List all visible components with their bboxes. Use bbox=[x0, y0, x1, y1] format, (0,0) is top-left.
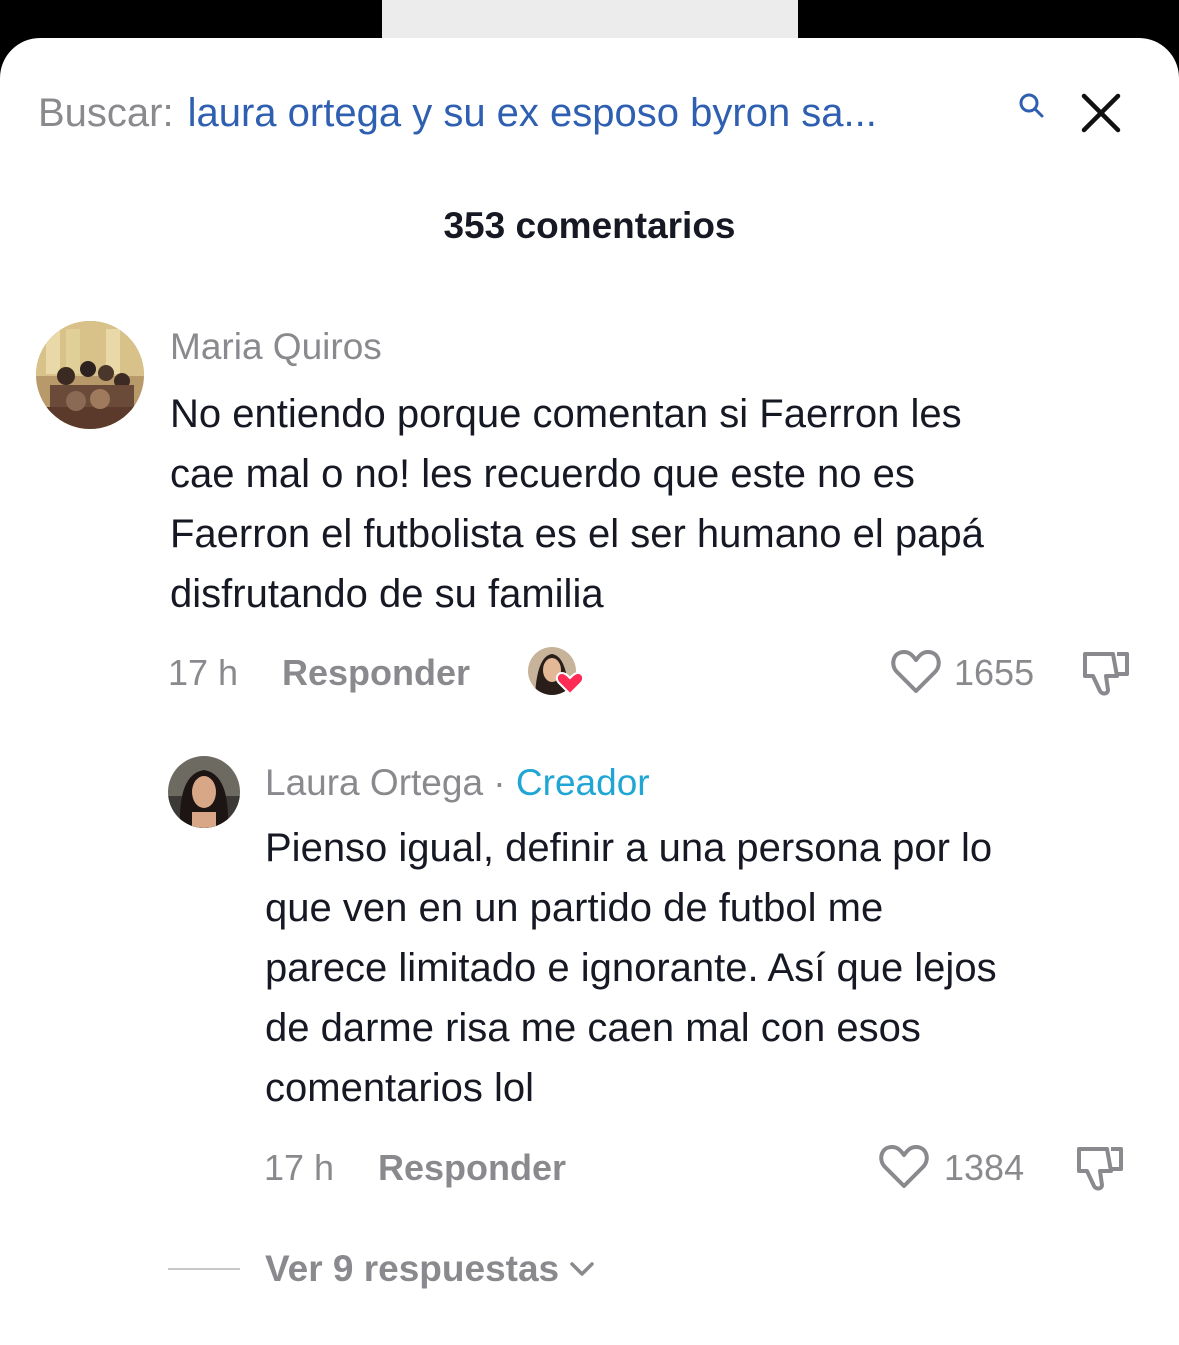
comment-line: cae mal o no! les recuerdo que este no e… bbox=[170, 452, 915, 496]
reply-username[interactable]: Laura Ortega · Creador bbox=[265, 762, 650, 804]
like-count: 1655 bbox=[954, 652, 1035, 693]
comment-username[interactable]: Maria Quiros bbox=[170, 326, 382, 368]
search-icon[interactable] bbox=[1017, 92, 1047, 122]
comment-body: No entiendo porque comentan si Faerron l… bbox=[170, 384, 984, 624]
reply-button[interactable]: Responder bbox=[282, 652, 470, 694]
search-query-link[interactable]: laura ortega y su ex esposo byron sa... bbox=[188, 91, 877, 136]
comment-count: 353 comentarios bbox=[443, 205, 736, 246]
comment-line: No entiendo porque comentan si Faerron l… bbox=[170, 392, 962, 436]
comment-timestamp: 17 h bbox=[168, 652, 239, 693]
reply-line: parece limitado e ignorante. Así que lej… bbox=[265, 946, 997, 990]
view-replies-label[interactable]: Ver 9 respuestas bbox=[265, 1248, 559, 1290]
creator-liked-badge bbox=[527, 646, 587, 698]
reply-line: de darme risa me caen mal con esos bbox=[265, 1006, 921, 1050]
username-separator: · bbox=[483, 762, 516, 803]
dislike-icon[interactable] bbox=[1079, 646, 1133, 700]
comment-line: disfrutando de su familia bbox=[170, 572, 604, 616]
reply-line: que ven en un partido de futbol me bbox=[265, 886, 884, 930]
chevron-down-icon bbox=[570, 1262, 594, 1276]
search-bar[interactable]: Buscar: laura ortega y su ex esposo byro… bbox=[38, 88, 1138, 138]
avatar[interactable] bbox=[36, 321, 144, 429]
dislike-icon[interactable] bbox=[1073, 1141, 1127, 1195]
heart-icon[interactable] bbox=[877, 1142, 931, 1190]
view-replies-button[interactable]: Ver 9 respuestas bbox=[265, 1248, 597, 1290]
comment-line: Faerron el futbolista es el ser humano e… bbox=[170, 512, 984, 556]
reply-button[interactable]: Responder bbox=[378, 1147, 566, 1189]
avatar[interactable] bbox=[168, 756, 240, 828]
reply-timestamp: 17 h bbox=[264, 1147, 335, 1188]
like-count: 1384 bbox=[944, 1147, 1025, 1188]
creator-badge: Creador bbox=[515, 762, 650, 803]
reply-line: Pienso igual, definir a una persona por … bbox=[265, 826, 993, 870]
reply-line: comentarios lol bbox=[265, 1066, 535, 1110]
reply-username-text[interactable]: Laura Ortega bbox=[265, 762, 483, 803]
reply-body: Pienso igual, definir a una persona por … bbox=[265, 818, 997, 1118]
replies-divider bbox=[168, 1268, 240, 1270]
heart-icon[interactable] bbox=[889, 647, 943, 695]
search-prefix: Buscar: bbox=[38, 90, 174, 135]
close-icon[interactable] bbox=[1078, 90, 1124, 136]
video-preview-strip bbox=[382, 0, 798, 40]
